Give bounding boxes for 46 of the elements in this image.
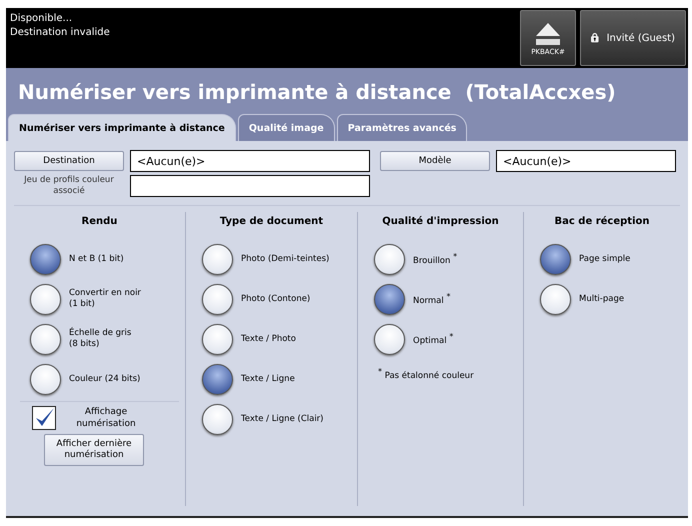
- tab[interactable]: Paramètres avancés: [336, 114, 468, 141]
- status-text: Destination invalide: [10, 26, 110, 40]
- radio-button[interactable]: [202, 324, 233, 354]
- destination-field[interactable]: <Aucun(e)>: [130, 150, 370, 172]
- show-last-scan-button[interactable]: Afficher dernière numérisation: [44, 434, 144, 466]
- eject-icon: [535, 22, 561, 46]
- radio-button[interactable]: [202, 364, 233, 394]
- color-profile-field[interactable]: [130, 175, 370, 197]
- radio-button[interactable]: [540, 244, 571, 274]
- tab[interactable]: Numériser vers imprimante à distance: [8, 114, 236, 141]
- tab[interactable]: Qualité image: [238, 114, 335, 141]
- group-title: Qualité d'impression: [381, 216, 500, 227]
- radio-button[interactable]: [374, 284, 405, 314]
- group-title: Rendu: [80, 216, 118, 227]
- option-label: Échelle de gris (8 bits): [69, 328, 132, 350]
- group-title: Type de document: [218, 216, 324, 227]
- destination-button[interactable]: Destination: [14, 151, 124, 171]
- radio-button[interactable]: [30, 364, 61, 394]
- field-label: Jeu de profils couleur associé: [22, 175, 115, 197]
- radio-button[interactable]: [540, 284, 571, 314]
- radio-button[interactable]: [202, 284, 233, 314]
- status-text: Disponible...: [10, 12, 74, 26]
- radio-button[interactable]: [374, 244, 405, 274]
- checkbox-label: Affichage numérisation: [75, 406, 137, 430]
- user-button[interactable]: Invité (Guest): [580, 10, 686, 66]
- page-title: Numériser vers imprimante à distance (TotalAccxes): [17, 80, 617, 106]
- group-title: Bac de réception: [554, 216, 650, 227]
- option-label: Texte / Ligne (Clair): [241, 414, 324, 424]
- option-label: Texte / Photo: [241, 334, 296, 344]
- option-label: Photo (Demi-teintes): [241, 254, 330, 264]
- radio-button[interactable]: [30, 244, 61, 274]
- option-label: N et B (1 bit): [69, 254, 124, 264]
- option-label: Page simple: [579, 254, 630, 264]
- radio-button[interactable]: [202, 244, 233, 274]
- checkbox[interactable]: [32, 406, 56, 430]
- option-label: Texte / Ligne: [241, 374, 295, 384]
- option-label: Multi-page: [579, 294, 624, 304]
- radio-button[interactable]: [30, 324, 61, 354]
- template-field[interactable]: <Aucun(e)>: [496, 150, 676, 172]
- radio-button[interactable]: [374, 324, 405, 354]
- option-label: Couleur (24 bits): [69, 374, 140, 384]
- template-button[interactable]: Modèle: [380, 151, 490, 171]
- option-label: Convertir en noir (1 bit): [69, 288, 141, 310]
- option-label: Photo (Contone): [241, 294, 310, 304]
- radio-button[interactable]: [202, 404, 233, 434]
- radio-button[interactable]: [30, 284, 61, 314]
